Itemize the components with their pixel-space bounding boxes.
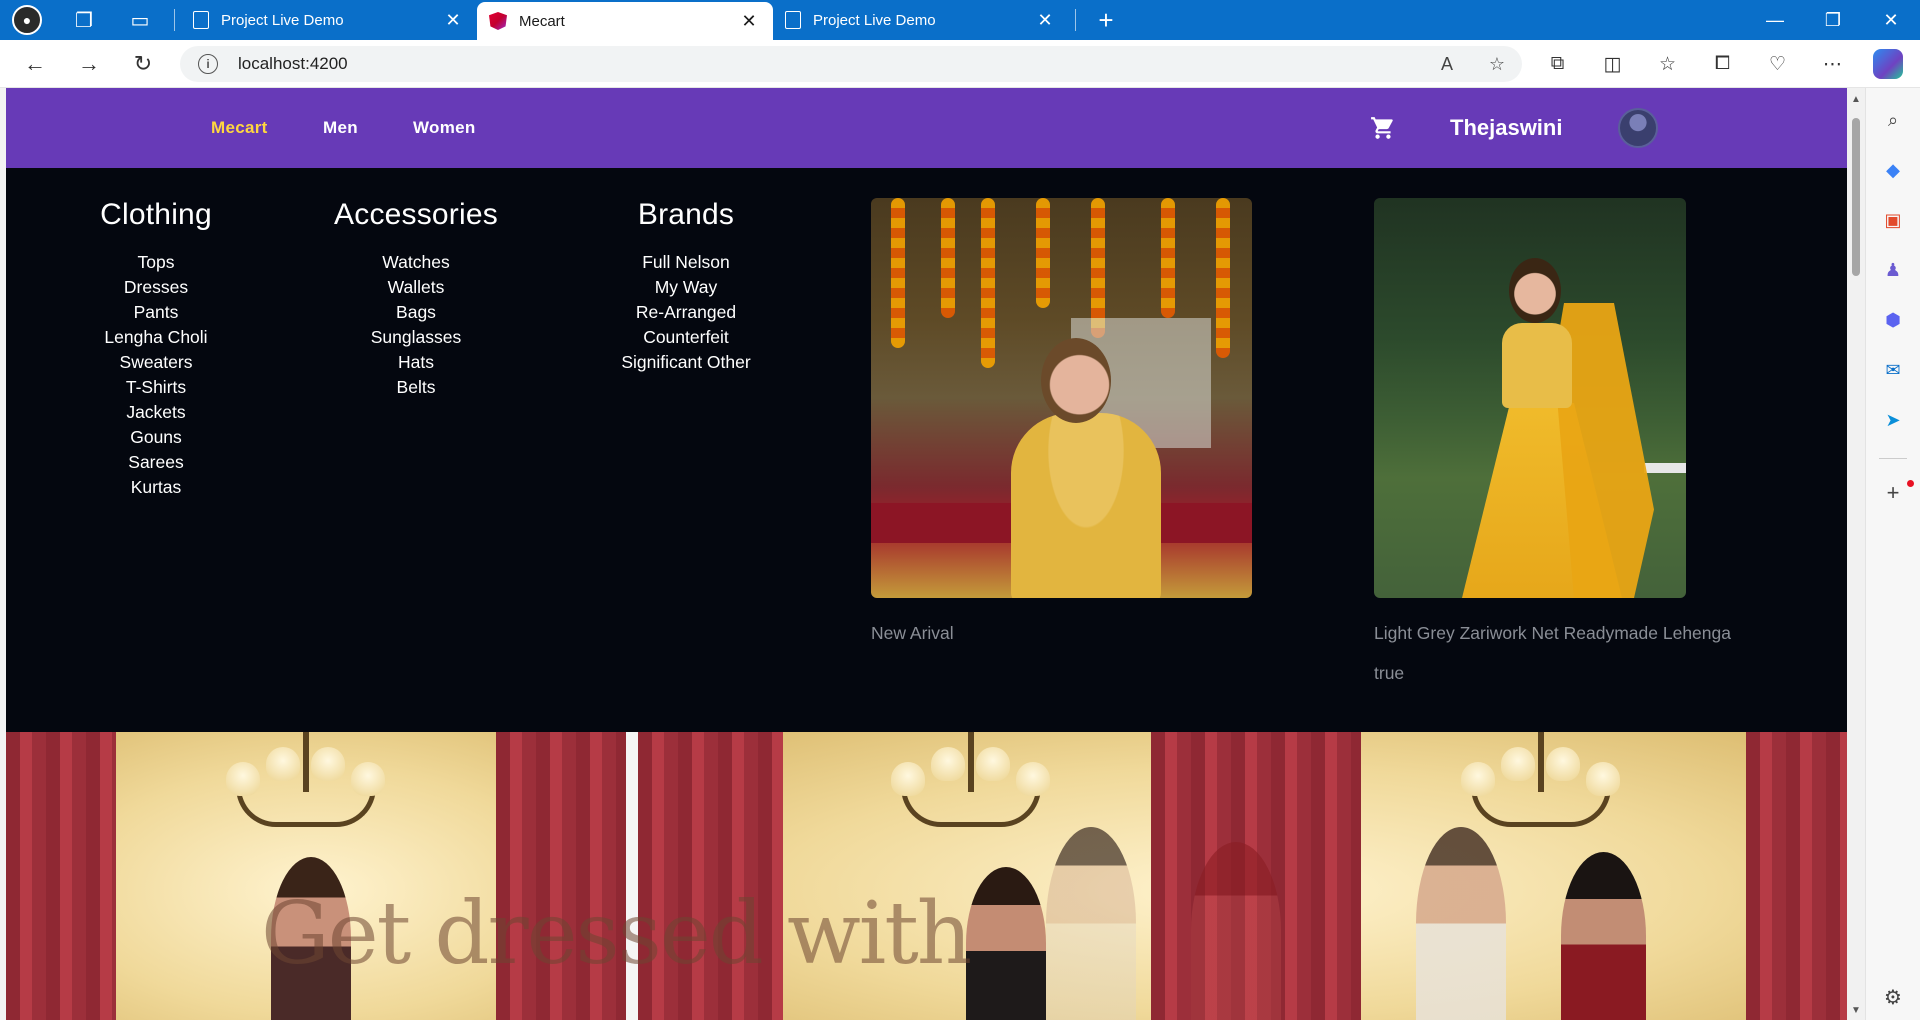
send-icon[interactable]: ➤ (1873, 400, 1913, 440)
menu-item[interactable]: Belts (306, 375, 526, 400)
tab-title: Project Live Demo (221, 11, 344, 29)
back-icon[interactable]: ← (8, 40, 62, 88)
web-page: Mecart Men Women Thejaswini Clothing Top… (6, 88, 1847, 1020)
browser-essentials-icon[interactable]: ♡ (1750, 40, 1805, 88)
promo-image-new-arrival[interactable] (871, 198, 1252, 598)
hero-banner: Get dressed with (6, 732, 1847, 1020)
menu-item[interactable]: Counterfeit (586, 325, 786, 350)
column-heading: Accessories (334, 198, 498, 231)
user-name[interactable]: Thejaswini (1450, 115, 1562, 141)
url-text[interactable]: localhost:4200 (238, 54, 348, 74)
outlook-icon[interactable]: ✉ (1873, 350, 1913, 390)
menu-item[interactable]: Tops (66, 250, 246, 275)
edge-sidebar: ⌕ ◆ ▣ ♟ ⬢ ✉ ➤ + ⚙ (1865, 88, 1920, 1020)
shopping-cart-icon[interactable] (1368, 115, 1398, 141)
promo-caption: Light Grey Zariwork Net Readymade Leheng… (1374, 623, 1731, 643)
more-icon[interactable]: ⋯ (1805, 40, 1860, 88)
divider (1075, 9, 1076, 31)
promo-caption: New Arival (871, 623, 954, 643)
profile-avatar[interactable]: ● (12, 5, 42, 35)
divider (174, 9, 175, 31)
site-info-icon[interactable]: i (198, 54, 218, 74)
menu-column-clothing: Clothing Tops Dresses Pants Lengha Choli… (66, 198, 246, 500)
brand-link[interactable]: Mecart (211, 118, 268, 138)
collections-icon[interactable]: ⧠ (1695, 40, 1750, 88)
search-icon[interactable]: ⌕ (1873, 100, 1913, 140)
extensions-icon[interactable]: ⧉ (1530, 40, 1585, 88)
close-icon[interactable]: ✕ (737, 11, 761, 32)
forward-icon[interactable]: → (62, 40, 116, 88)
menu-item[interactable]: Watches (306, 250, 526, 275)
workspaces-icon[interactable]: ❐ (56, 0, 112, 40)
address-bar: ← → ↻ i localhost:4200 A ☆ ⧉ ◫ ☆ ⧠ ♡ ⋯ (0, 40, 1920, 88)
tab-3[interactable]: Project Live Demo ✕ (773, 0, 1069, 40)
games-icon[interactable]: ♟ (1873, 250, 1913, 290)
close-icon[interactable]: ✕ (1033, 10, 1057, 31)
page-icon (785, 11, 801, 29)
close-icon[interactable]: ✕ (441, 10, 465, 31)
menu-item[interactable]: Bags (306, 300, 526, 325)
copilot-icon[interactable] (1860, 40, 1915, 88)
tab-2[interactable]: Mecart ✕ (477, 2, 773, 40)
menu-item[interactable]: Significant Other (586, 350, 786, 375)
vertical-tabs-icon[interactable]: ▭ (112, 0, 168, 40)
tab-1[interactable]: Project Live Demo ✕ (181, 0, 477, 40)
promo-image-lehenga[interactable] (1374, 198, 1686, 598)
scroll-thumb[interactable] (1852, 118, 1860, 276)
menu-column-accessories: Accessories Watches Wallets Bags Sunglas… (306, 198, 526, 400)
angular-icon (489, 12, 507, 30)
column-heading: Brands (637, 198, 735, 231)
tab-title: Mecart (519, 12, 565, 30)
refresh-icon[interactable]: ↻ (116, 40, 170, 88)
menu-item[interactable]: Re-Arranged (586, 300, 786, 325)
toolbar-actions: ⧉ ◫ ☆ ⧠ ♡ ⋯ (1530, 40, 1915, 88)
tools-icon[interactable]: ▣ (1873, 200, 1913, 240)
shopping-tag-icon[interactable]: ◆ (1873, 150, 1913, 190)
minimize-icon[interactable]: — (1746, 0, 1804, 40)
menu-item[interactable]: Hats (306, 350, 526, 375)
nav-link-men[interactable]: Men (323, 118, 358, 138)
site-navbar: Mecart Men Women Thejaswini (6, 88, 1847, 168)
menu-item[interactable]: Dresses (66, 275, 246, 300)
divider (1879, 458, 1907, 459)
menu-column-brands: Brands Full Nelson My Way Re-Arranged Co… (586, 198, 786, 375)
scroll-up-icon[interactable]: ▲ (1851, 94, 1861, 105)
column-heading: Clothing (100, 198, 212, 231)
microsoft-365-icon[interactable]: ⬢ (1873, 300, 1913, 340)
favorites-icon[interactable]: ☆ (1640, 40, 1695, 88)
close-window-icon[interactable]: ✕ (1862, 0, 1920, 40)
scroll-down-icon[interactable]: ▼ (1851, 1005, 1861, 1016)
settings-gear-icon[interactable]: ⚙ (1884, 985, 1902, 1010)
split-screen-icon[interactable]: ◫ (1585, 40, 1640, 88)
new-tab-button[interactable]: + (1086, 0, 1126, 40)
menu-item[interactable]: My Way (586, 275, 786, 300)
add-icon[interactable]: + (1873, 473, 1913, 513)
window-controls: — ❐ ✕ (1746, 0, 1920, 40)
favorite-star-icon[interactable]: ☆ (1472, 54, 1522, 75)
restore-icon[interactable]: ❐ (1804, 0, 1862, 40)
page-scrollbar[interactable]: ▲ ▼ (1847, 88, 1865, 1020)
mega-menu: Clothing Tops Dresses Pants Lengha Choli… (6, 168, 1847, 732)
read-aloud-icon[interactable]: A (1422, 54, 1472, 75)
menu-item[interactable]: Sarees (66, 450, 246, 475)
page-icon (193, 11, 209, 29)
menu-item[interactable]: Lengha Choli (66, 325, 246, 350)
menu-item[interactable]: Kurtas (66, 475, 246, 500)
hero-headline: Get dressed with (261, 884, 972, 984)
menu-item[interactable]: Pants (66, 300, 246, 325)
menu-item[interactable]: Sweaters (66, 350, 246, 375)
tab-title: Project Live Demo (813, 11, 936, 29)
menu-item[interactable]: Gouns (66, 425, 246, 450)
menu-item[interactable]: T-Shirts (66, 375, 246, 400)
nav-link-women[interactable]: Women (413, 118, 476, 138)
user-avatar[interactable] (1618, 108, 1658, 148)
notification-dot (1907, 480, 1914, 487)
menu-item[interactable]: Wallets (306, 275, 526, 300)
promo-extra: true (1374, 663, 1405, 683)
menu-item[interactable]: Jackets (66, 400, 246, 425)
menu-item[interactable]: Sunglasses (306, 325, 526, 350)
url-field[interactable]: i localhost:4200 A ☆ (180, 46, 1522, 82)
menu-item[interactable]: Full Nelson (586, 250, 786, 275)
browser-title-bar: ● ❐ ▭ Project Live Demo ✕ Mecart ✕ Proje… (0, 0, 1920, 40)
